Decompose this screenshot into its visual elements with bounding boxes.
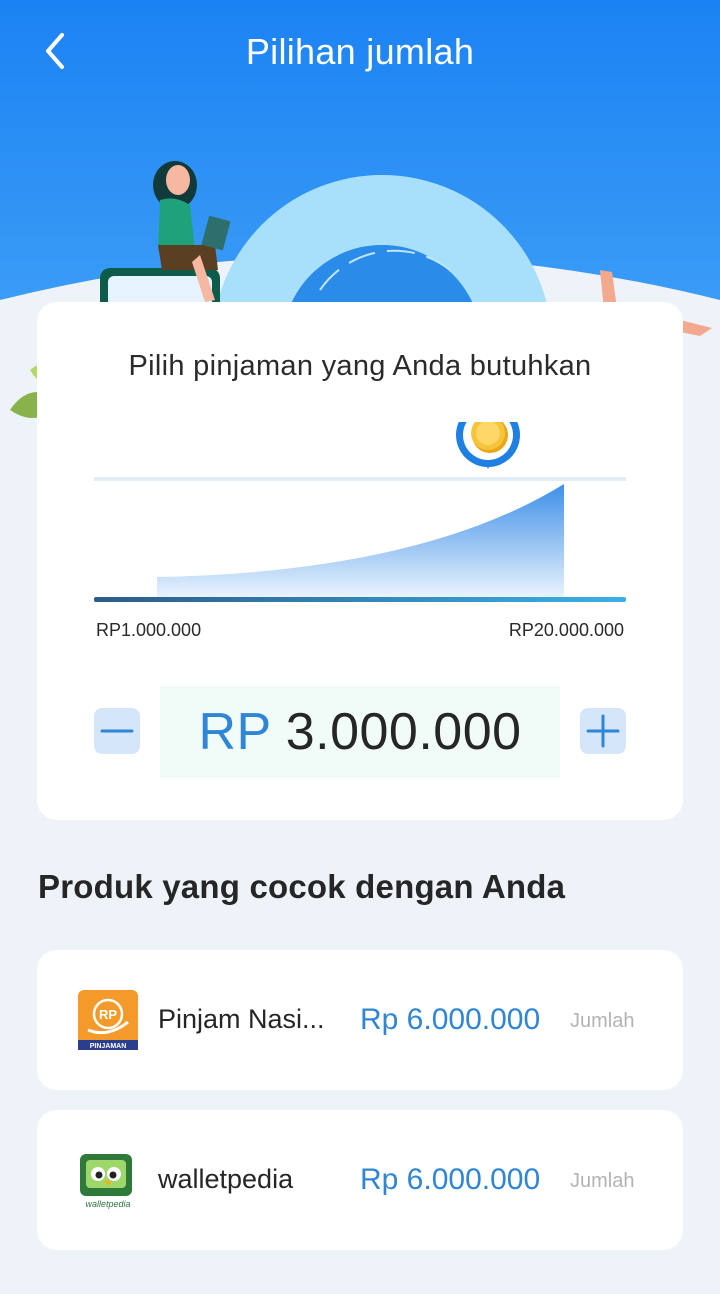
pinjam-nasional-logo-icon: RP PINJAMAN <box>78 990 138 1050</box>
product-name: Pinjam Nasi... <box>158 1004 325 1034</box>
amount-value: 3.000.000 <box>285 703 522 761</box>
product-amount-link[interactable]: Jumlah <box>570 1010 634 1033</box>
product-item-pinjam-nasional[interactable]: RP PINJAMAN Pinjam Nasi... Rp 6.000.000 … <box>37 950 683 1090</box>
products-section-title: Produk yang cocok dengan Anda <box>38 868 566 905</box>
product-amount-link[interactable]: Jumlah <box>570 1170 634 1193</box>
min-amount-label: RP1.000.000 <box>96 620 202 640</box>
logo-caption: walletpedia <box>85 1199 130 1209</box>
product-amount: Rp 6.000.000 <box>360 1003 541 1036</box>
page-title: Pilihan jumlah <box>245 31 475 72</box>
selected-amount: RP 3.000.000 <box>160 686 560 778</box>
decrease-amount-button[interactable] <box>94 708 140 754</box>
product-amount: Rp 6.000.000 <box>360 1163 541 1196</box>
slider-thumb[interactable] <box>456 403 520 469</box>
product-item-walletpedia[interactable]: walletpedia walletpedia Rp 6.000.000 Jum… <box>37 1110 683 1250</box>
loan-card-heading: Pilih pinjaman yang Anda butuhkan <box>128 350 592 382</box>
loan-amount-card: Pilih pinjaman yang Anda butuhkan RP1.00… <box>37 302 683 820</box>
chevron-left-icon <box>46 33 64 69</box>
increase-amount-button[interactable] <box>580 708 626 754</box>
logo-text: RP <box>99 1007 117 1022</box>
top-bar: Pilihan jumlah <box>0 0 720 104</box>
product-name: walletpedia <box>158 1164 294 1194</box>
max-amount-label: RP20.000.000 <box>508 620 624 640</box>
amount-currency: RP <box>198 703 272 761</box>
back-button[interactable] <box>30 26 80 76</box>
walletpedia-logo-icon: walletpedia <box>78 1150 138 1210</box>
logo-caption: PINJAMAN <box>90 1043 127 1050</box>
slider-track <box>94 597 626 602</box>
plus-icon <box>586 714 620 748</box>
minus-icon <box>100 729 134 733</box>
loan-amount-slider[interactable] <box>37 403 683 622</box>
slider-fill-area <box>157 484 564 597</box>
